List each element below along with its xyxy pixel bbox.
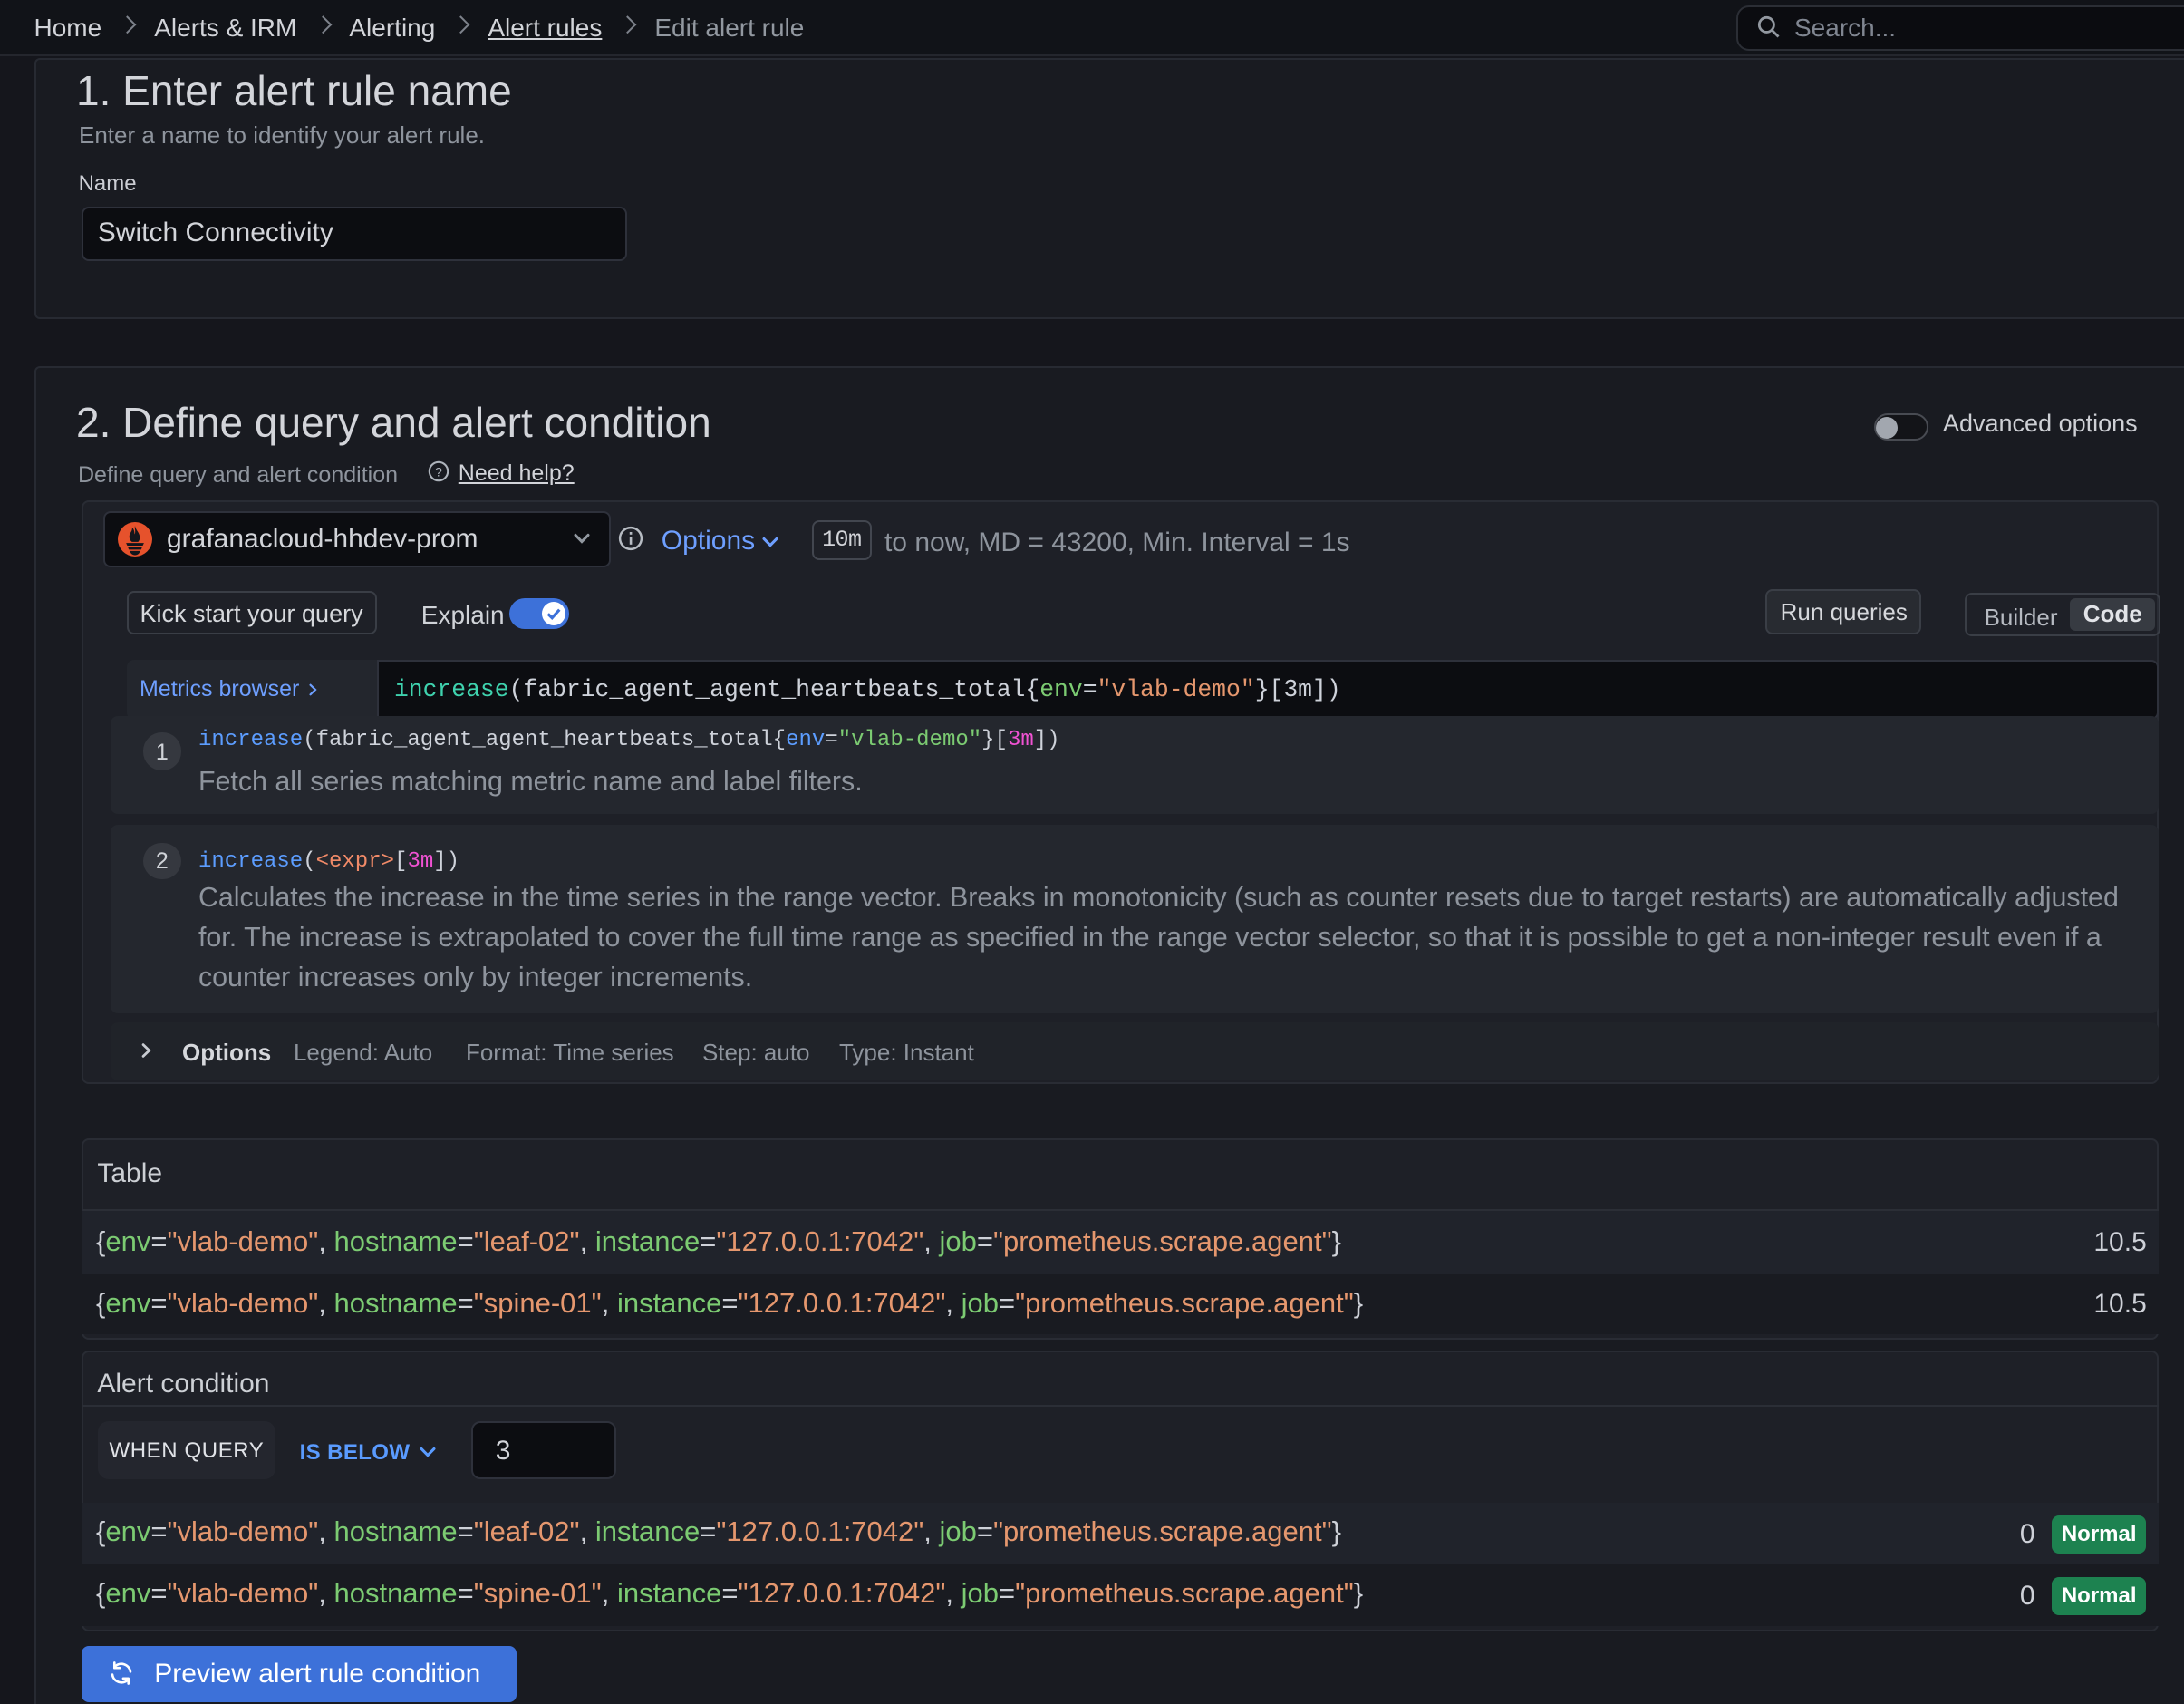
svg-text:?: ? (435, 466, 442, 480)
